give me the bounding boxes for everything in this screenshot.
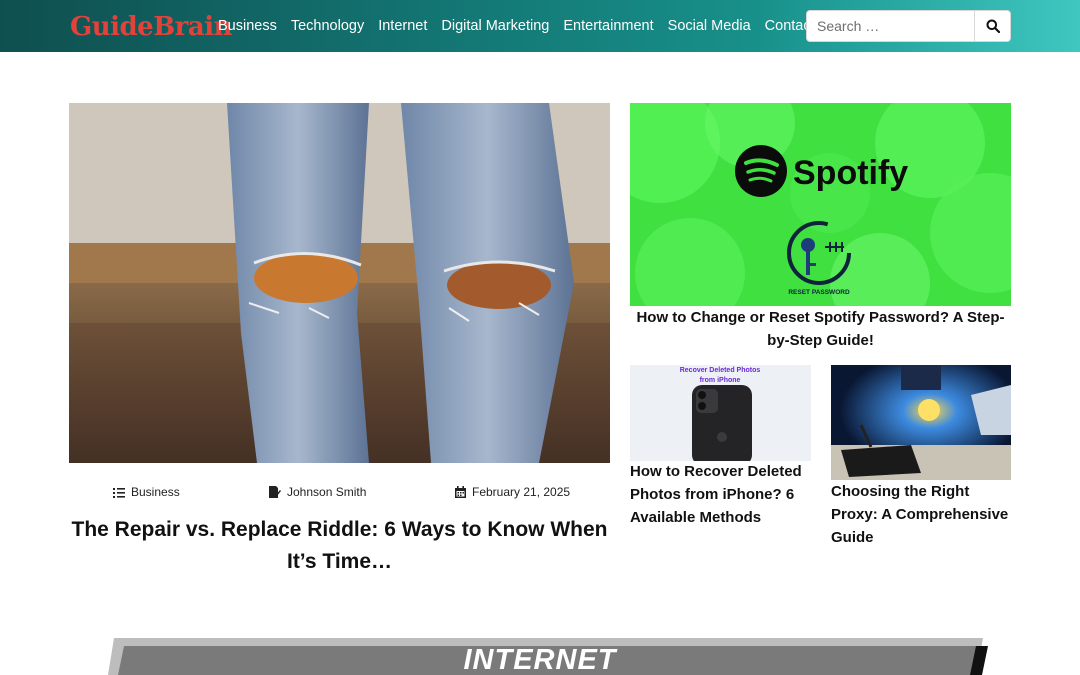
- proxy-graphic: [831, 365, 1011, 480]
- spotify-post-title[interactable]: How to Change or Reset Spotify Password?…: [630, 306, 1011, 352]
- ripped-jeans-photo: [69, 103, 610, 463]
- search-form: [806, 10, 1011, 42]
- iphone-post-title[interactable]: How to Recover Deleted Photos from iPhon…: [630, 460, 811, 529]
- site-header: GuideBrain Business Technology Internet …: [0, 0, 1080, 52]
- post-author[interactable]: Johnson Smith: [268, 484, 366, 500]
- post-author-label: Johnson Smith: [287, 485, 367, 499]
- post-category[interactable]: Business: [113, 484, 180, 500]
- nav-item-social-media[interactable]: Social Media: [661, 18, 758, 34]
- post-date-label: February 21, 2025: [472, 485, 571, 499]
- search-icon: [986, 19, 1000, 33]
- reset-password-caption: RESET PASSWORD: [788, 289, 850, 296]
- search-button[interactable]: [975, 10, 1011, 42]
- spotify-logo-text: Spotify: [793, 154, 908, 192]
- proxy-post-image[interactable]: [831, 365, 1011, 480]
- spotify-post-image[interactable]: Spotify RESET PASSWORD: [630, 103, 1011, 306]
- site-logo[interactable]: GuideBrain: [70, 12, 233, 42]
- search-input[interactable]: [806, 10, 975, 42]
- calendar-icon: [455, 486, 466, 498]
- proxy-post-title[interactable]: Choosing the Right Proxy: A Comprehensiv…: [831, 480, 1011, 549]
- list-icon: [113, 487, 125, 498]
- post-date: February 21, 2025: [455, 484, 570, 500]
- iphone-post-image[interactable]: Recover Deleted Photos from iPhone: [630, 365, 811, 461]
- nav-item-internet[interactable]: Internet: [371, 18, 434, 34]
- nav-item-technology[interactable]: Technology: [284, 18, 371, 34]
- iphone-caption-line2: from iPhone: [700, 377, 741, 384]
- main-nav: Business Technology Internet Digital Mar…: [211, 0, 843, 52]
- spotify-graphic: Spotify RESET PASSWORD: [630, 103, 1011, 306]
- spotify-logo-icon: [735, 145, 787, 197]
- featured-post-title[interactable]: The Repair vs. Replace Riddle: 6 Ways to…: [69, 514, 610, 578]
- nav-item-entertainment[interactable]: Entertainment: [556, 18, 660, 34]
- featured-post-image[interactable]: [69, 103, 610, 463]
- post-category-label: Business: [131, 485, 180, 499]
- nav-item-business[interactable]: Business: [211, 18, 284, 34]
- nav-item-digital-marketing[interactable]: Digital Marketing: [434, 18, 556, 34]
- iphone-graphic: Recover Deleted Photos from iPhone: [630, 365, 811, 461]
- section-title[interactable]: INTERNET: [0, 644, 1080, 675]
- iphone-caption-line1: Recover Deleted Photos: [680, 367, 761, 374]
- author-icon: [269, 486, 281, 498]
